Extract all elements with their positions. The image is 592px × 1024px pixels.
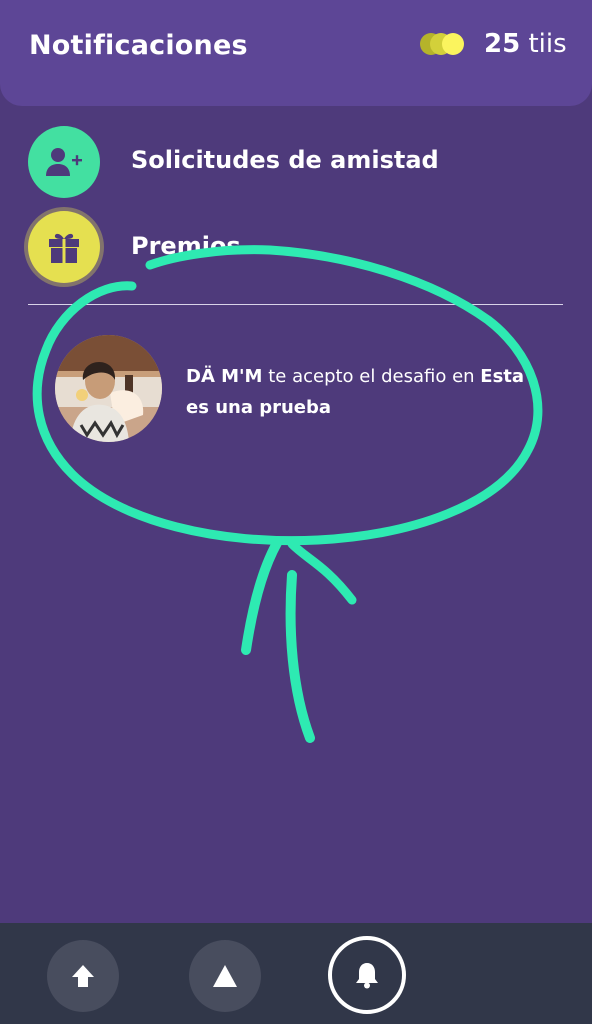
coin-unit: tiis (528, 29, 567, 59)
coins-icon (418, 30, 474, 58)
coin-balance: 25 tiis (484, 29, 567, 59)
user-avatar[interactable] (55, 335, 162, 442)
bell-icon[interactable] (328, 936, 406, 1014)
notification-user: DÄ M'M (186, 366, 263, 387)
header: Notificaciones 25 tiis (0, 0, 592, 106)
gift-icon[interactable] (28, 211, 100, 283)
add-friend-icon[interactable] (28, 126, 100, 198)
triangle-icon[interactable] (189, 940, 261, 1012)
divider (28, 304, 563, 305)
prizes-link[interactable]: Premios (131, 232, 241, 260)
notification-body: te acepto el desafio en (268, 366, 475, 387)
notification-message[interactable]: DÄ M'M te acepto el desafio en Esta es u… (186, 361, 536, 423)
page-title: Notificaciones (29, 30, 248, 61)
coin-count: 25 (484, 29, 521, 59)
home-icon[interactable] (47, 940, 119, 1012)
friend-requests-link[interactable]: Solicitudes de amistad (131, 146, 439, 174)
